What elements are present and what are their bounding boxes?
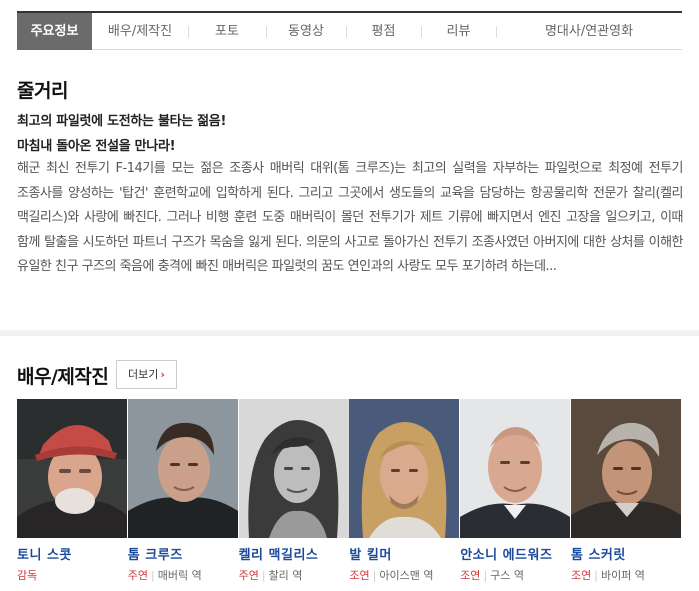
role-type: 주연 [238,569,259,582]
cast-name[interactable]: 토니 스콧 [17,544,125,563]
synopsis-body: 해군 최신 전투기 F-14기를 모는 젊은 조종사 매버릭 대위(톰 크루즈)… [17,161,684,275]
tab-rating[interactable]: 평점 [346,13,421,50]
role-character: 구스 역 [490,569,525,582]
person-photo-icon [570,399,681,538]
cast-name[interactable]: 켈리 맥길리스 [239,544,347,563]
tab-bar: 주요정보 배우/제작진 포토 동영상 평점 리뷰 명대사/연관영화 [17,11,682,50]
role-type: 조연 [570,569,592,582]
cast-item[interactable]: 톰 스커릿 조연 | 바이퍼 역 [570,399,682,583]
role-character: 매버릭 역 [157,569,202,582]
section-divider [0,330,699,336]
cast-photo[interactable] [349,399,460,538]
role-character: 아이스맨 역 [379,569,434,582]
cast-role: 감독 [17,567,128,583]
person-photo-icon [127,399,238,538]
cast-role: 조연 | 아이스맨 역 [349,567,460,583]
synopsis-heading: 줄거리 [17,80,68,102]
cast-photo[interactable] [17,399,127,538]
cast-name[interactable]: 톰 크루즈 [128,544,236,563]
person-photo-icon [238,399,349,538]
tab-main-info[interactable]: 주요정보 [17,13,92,50]
role-type: 감독 [17,569,38,582]
cast-item[interactable]: 켈리 맥길리스 주연 | 찰리 역 [238,399,350,583]
cast-heading: 배우/제작진 [17,366,109,388]
more-button[interactable]: 더보기 › [116,360,177,389]
cast-photo[interactable] [238,399,349,538]
tab-review[interactable]: 리뷰 [421,13,496,50]
role-character: 바이퍼 역 [600,569,645,582]
role-type: 조연 [460,569,481,582]
cast-photo[interactable] [460,399,571,538]
role-separator: | [594,569,598,582]
person-photo-icon [460,399,571,538]
cast-photo[interactable] [570,399,681,538]
cast-item[interactable]: 톰 크루즈 주연 | 매버릭 역 [127,399,239,583]
cast-role: 주연 | 매버릭 역 [128,567,239,583]
tab-quotes-related[interactable]: 명대사/연관영화 [496,13,682,50]
role-character: 찰리 역 [268,569,303,582]
cast-item[interactable]: 발 킬머 조연 | 아이스맨 역 [349,399,460,583]
cast-list: 토니 스콧 감독 톰 크루즈 주연 | 매버릭 역 켈리 맥길리스 주연 | 찰… [17,399,682,583]
cast-photo[interactable] [127,399,238,538]
cast-name[interactable]: 발 킬머 [349,544,457,563]
tab-photo[interactable]: 포토 [188,13,266,50]
role-type: 조연 [349,569,370,582]
role-separator: | [483,569,488,582]
cast-name[interactable]: 톰 스커릿 [571,544,679,563]
synopsis-tagline: 최고의 파일럿에 도전하는 불타는 젊음! [17,114,227,129]
role-type: 주연 [127,569,149,582]
cast-item[interactable]: 토니 스콧 감독 [17,399,128,583]
cast-role: 조연 | 구스 역 [460,567,571,583]
cast-role: 조연 | 바이퍼 역 [571,567,682,583]
tab-cast-crew[interactable]: 배우/제작진 [92,13,188,50]
cast-item[interactable]: 안소니 에드워즈 조연 | 구스 역 [460,399,571,583]
role-separator: | [261,569,266,582]
person-photo-icon [17,399,127,538]
more-label: 더보기 [128,368,159,381]
cast-name[interactable]: 안소니 에드워즈 [460,544,568,563]
role-separator: | [151,569,155,582]
synopsis-tagline-2: 마침내 돌아온 전설을 만나라! [17,139,176,154]
cast-role: 주연 | 찰리 역 [239,567,350,583]
person-photo-icon [349,399,460,538]
chevron-right-icon: › [160,368,165,381]
tab-video[interactable]: 동영상 [266,13,346,50]
role-separator: | [372,569,377,582]
